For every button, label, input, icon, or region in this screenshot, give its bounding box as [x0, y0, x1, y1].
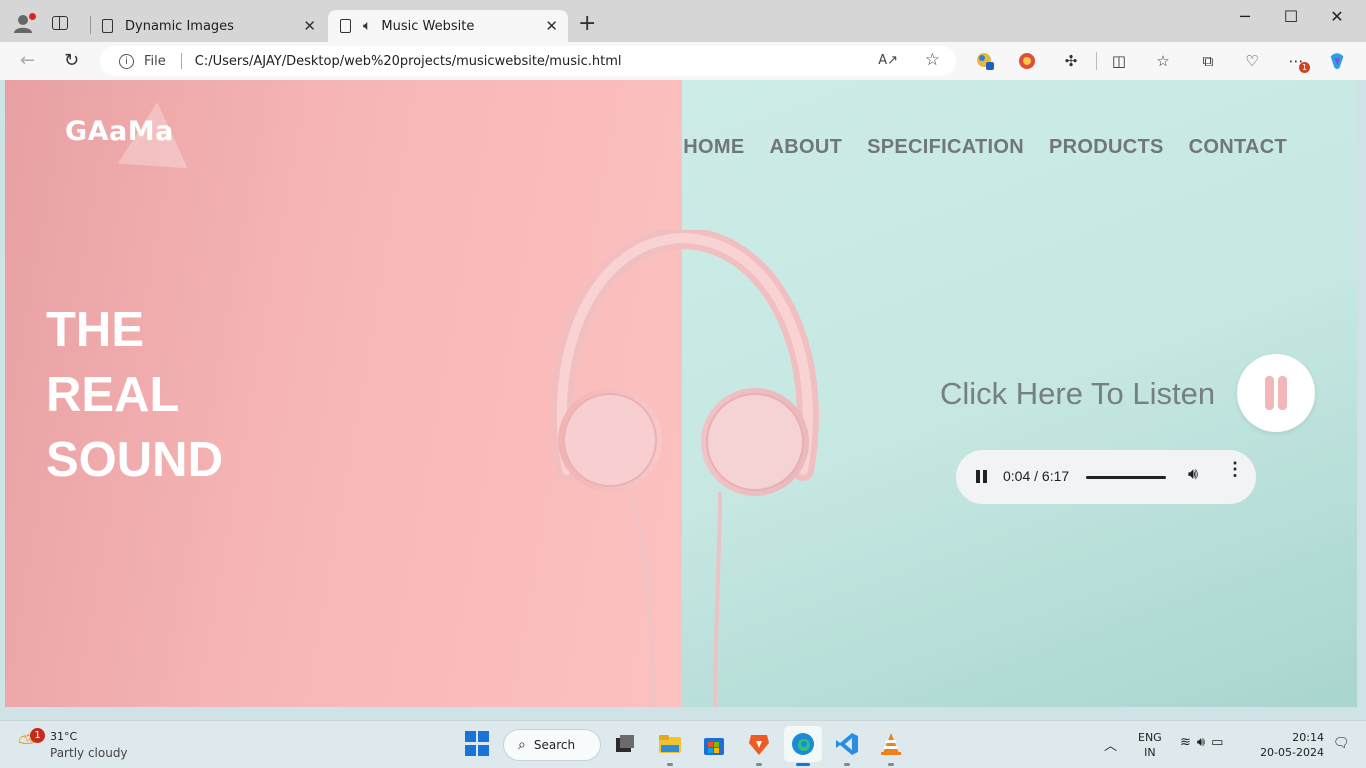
- read-aloud-icon[interactable]: A↗: [878, 53, 898, 68]
- notification-badge: 1: [1299, 62, 1310, 73]
- favorites-icon[interactable]: ☆: [1153, 51, 1173, 71]
- pause-icon[interactable]: [976, 470, 988, 484]
- more-vertical-icon[interactable]: ⋮: [1226, 460, 1244, 478]
- back-button[interactable]: ←: [20, 50, 35, 71]
- lang-primary: ENG: [1138, 731, 1162, 744]
- tab-title: Dynamic Images: [125, 18, 234, 34]
- tray-icons[interactable]: ≋🔊︎▭: [1180, 735, 1229, 750]
- extensions-puzzle-icon[interactable]: ✣: [1061, 51, 1081, 71]
- maximize-button[interactable]: ☐: [1268, 7, 1314, 26]
- minimize-button[interactable]: ─: [1222, 7, 1268, 26]
- listen-prompt: Click Here To Listen: [940, 376, 1216, 411]
- edge-taskbar-slot[interactable]: [784, 726, 822, 762]
- weather-temp[interactable]: 31°C: [50, 730, 77, 743]
- browser-tab-strip: Dynamic Images ✕ 🔈︎ Music Website ✕ + ─ …: [0, 0, 1366, 42]
- taskbar-search[interactable]: ⌕ Search: [503, 729, 601, 761]
- copilot-icon[interactable]: [1327, 51, 1347, 71]
- nav-contact[interactable]: CONTACT: [1189, 136, 1287, 159]
- running-indicator: [756, 763, 762, 766]
- running-indicator: [888, 763, 894, 766]
- hero-headline: THE REAL SOUND: [46, 298, 223, 493]
- file-explorer-icon[interactable]: [657, 731, 683, 757]
- address-bar[interactable]: i File C:/Users/AJAY/Desktop/web%20proje…: [100, 46, 956, 76]
- browser-toolbar: ← ↻ i File C:/Users/AJAY/Desktop/web%20p…: [0, 42, 1366, 80]
- nav-home[interactable]: HOME: [683, 136, 744, 159]
- divider: [180, 53, 182, 69]
- pause-button[interactable]: [1237, 354, 1315, 432]
- running-indicator: [844, 763, 850, 766]
- search-icon: ⌕: [518, 737, 526, 753]
- clock-time: 20:14: [1292, 731, 1324, 744]
- store-icon[interactable]: [701, 731, 727, 757]
- chevron-up-icon[interactable]: ︿: [1104, 735, 1117, 754]
- edge-icon: [792, 733, 814, 755]
- clock[interactable]: 20:14 20-05-2024: [1258, 730, 1324, 760]
- page-viewport: GAaMa HOME ABOUT SPECIFICATION PRODUCTS …: [5, 80, 1357, 707]
- lang-region: IN: [1144, 746, 1156, 759]
- tab-actions-icon[interactable]: [52, 16, 68, 30]
- headphones-illustration: [550, 230, 819, 707]
- audio-player: 0:04 / 6:17 🔊︎ ⋮: [956, 450, 1256, 504]
- tab-title: Music Website: [381, 18, 475, 34]
- page-icon: [340, 19, 351, 33]
- battery-icon[interactable]: ▭: [1211, 735, 1229, 750]
- window-close-button[interactable]: ✕: [1314, 7, 1360, 26]
- brave-icon[interactable]: [746, 731, 772, 757]
- tab-music-website[interactable]: 🔈︎ Music Website ✕: [328, 10, 568, 42]
- reload-button[interactable]: ↻: [64, 50, 79, 71]
- collections-icon[interactable]: ⧉: [1198, 51, 1218, 71]
- wifi-icon[interactable]: ≋: [1180, 735, 1197, 750]
- running-indicator: [667, 763, 673, 766]
- hero-line: THE: [46, 303, 144, 357]
- taskbar: ⛅︎ 1 31°C Partly cloudy ⌕ Search ︿ ENG I…: [0, 720, 1366, 768]
- extension-flower-icon[interactable]: [1017, 51, 1037, 71]
- nav-products[interactable]: PRODUCTS: [1049, 136, 1164, 159]
- clock-date: 20-05-2024: [1260, 746, 1324, 759]
- favorite-star-icon[interactable]: ☆: [925, 50, 940, 70]
- audio-progress-slider[interactable]: [1086, 476, 1166, 479]
- language-indicator[interactable]: ENG IN: [1138, 730, 1162, 760]
- hero-line: REAL: [46, 368, 180, 422]
- volume-icon[interactable]: 🔊︎: [1188, 466, 1198, 484]
- tab-dynamic-images[interactable]: Dynamic Images ✕: [90, 10, 326, 42]
- vlc-icon[interactable]: [878, 731, 904, 757]
- speaker-icon[interactable]: 🔈︎: [363, 18, 371, 34]
- site-logo[interactable]: GAaMa: [65, 116, 174, 147]
- start-icon[interactable]: [465, 731, 491, 757]
- new-tab-button[interactable]: +: [578, 13, 596, 35]
- hero-line: SOUND: [46, 433, 223, 487]
- vscode-icon[interactable]: [834, 731, 860, 757]
- url-text[interactable]: C:/Users/AJAY/Desktop/web%20projects/mus…: [195, 54, 622, 69]
- active-indicator: [796, 763, 810, 766]
- page-icon: [102, 19, 113, 33]
- toolbar-divider: [1096, 52, 1097, 70]
- weather-badge: 1: [30, 728, 45, 743]
- main-nav: HOME ABOUT SPECIFICATION PRODUCTS CONTAC…: [683, 136, 1287, 159]
- notification-icon[interactable]: 🗨︎: [1333, 736, 1350, 751]
- audio-time: 0:04 / 6:17: [1003, 468, 1070, 484]
- info-icon[interactable]: i: [119, 53, 134, 69]
- volume-icon[interactable]: 🔊︎: [1197, 735, 1211, 750]
- weather-desc[interactable]: Partly cloudy: [50, 746, 128, 760]
- extension-color-icon[interactable]: [975, 51, 995, 71]
- scheme-label: File: [144, 53, 166, 69]
- nav-specification[interactable]: SPECIFICATION: [867, 136, 1024, 159]
- profile-notification-dot: [29, 13, 36, 20]
- task-view-icon[interactable]: [612, 731, 638, 757]
- split-screen-icon[interactable]: ◫: [1109, 51, 1129, 71]
- browser-essentials-icon[interactable]: ♡: [1242, 51, 1262, 71]
- close-icon[interactable]: ✕: [303, 17, 316, 35]
- nav-about[interactable]: ABOUT: [769, 136, 842, 159]
- close-icon[interactable]: ✕: [545, 17, 558, 35]
- search-label: Search: [533, 738, 576, 752]
